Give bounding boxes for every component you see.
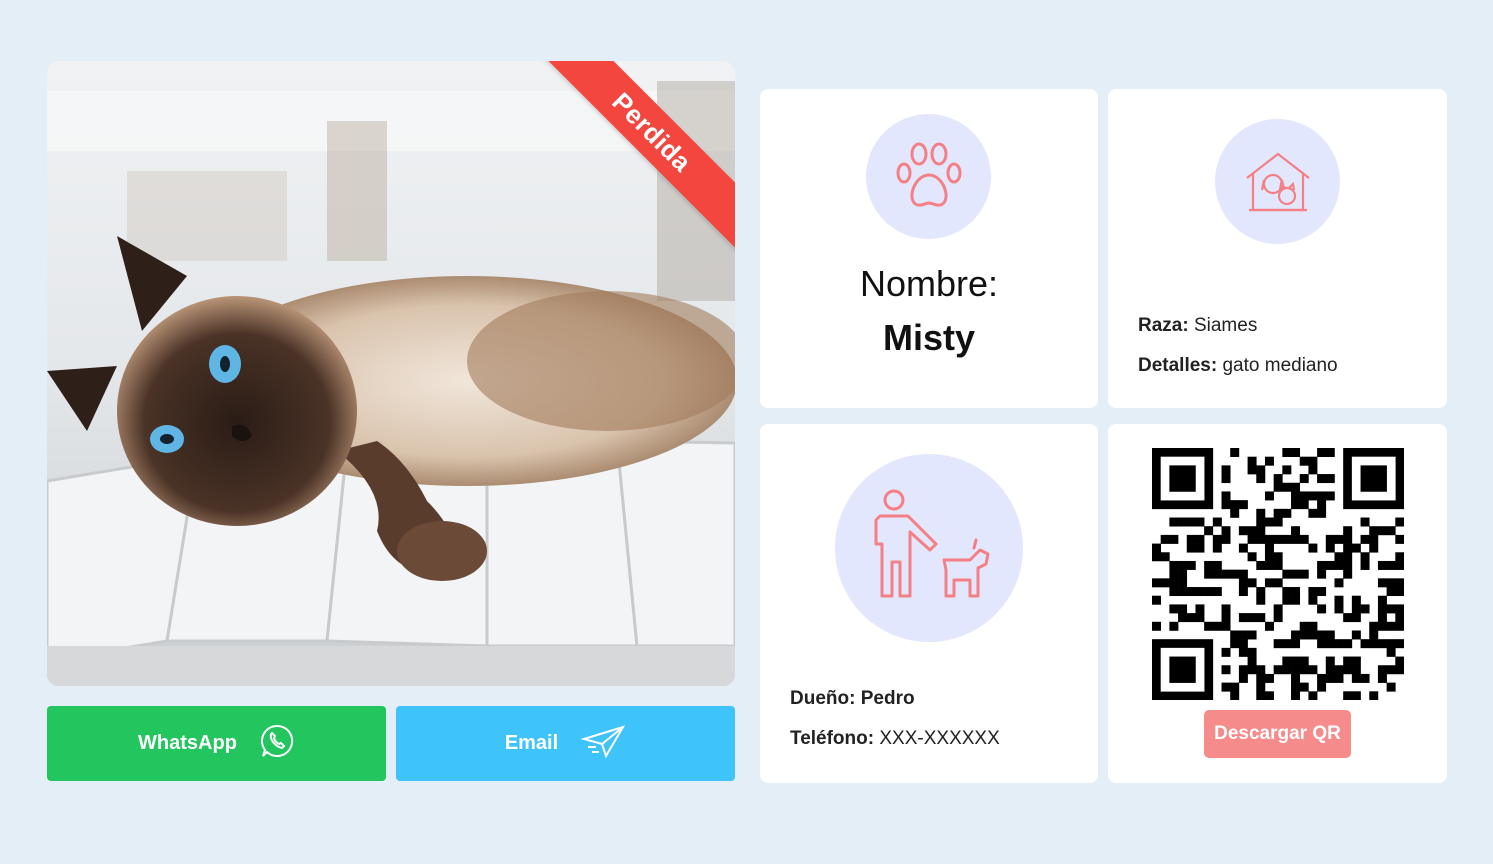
- qr-code: [1152, 448, 1405, 701]
- email-button-label: Email: [504, 732, 559, 754]
- owner-value: Pedro: [860, 688, 915, 709]
- whatsapp-icon: [259, 723, 295, 765]
- name-label: Nombre:: [859, 263, 999, 304]
- send-icon: [580, 723, 626, 765]
- breed-value: Siames: [1193, 315, 1258, 336]
- cat-image: [47, 61, 735, 686]
- whatsapp-button[interactable]: WhatsApp: [47, 706, 386, 781]
- owner-label: Dueño:: [790, 688, 856, 709]
- download-qr-button[interactable]: Descargar QR: [1204, 710, 1351, 758]
- pet-name: Misty: [882, 317, 976, 358]
- breed-line: Raza: Siames: [1138, 315, 1257, 337]
- breed-card: Raza: Siames Detalles: gato mediano: [1108, 89, 1447, 408]
- pet-photo: Perdida: [47, 61, 735, 686]
- phone-value: XXX-XXXXXX: [879, 728, 1000, 749]
- phone-label: Teléfono:: [790, 728, 875, 749]
- phone-line: Teléfono: XXX-XXXXXX: [790, 728, 1000, 750]
- details-line: Detalles: gato mediano: [1138, 355, 1338, 377]
- owner-line: Dueño: Pedro: [790, 688, 915, 710]
- details-label: Detalles:: [1138, 355, 1218, 376]
- details-value: gato mediano: [1222, 355, 1338, 376]
- breed-label: Raza:: [1138, 315, 1189, 336]
- person-with-dog-icon: [835, 454, 1023, 642]
- name-card: Nombre: Misty: [760, 89, 1098, 408]
- pet-house-icon: [1215, 119, 1340, 244]
- owner-card: Dueño: Pedro Teléfono: XXX-XXXXXX: [760, 424, 1098, 783]
- email-button[interactable]: Email: [396, 706, 735, 781]
- qr-card: Descargar QR: [1108, 424, 1447, 783]
- whatsapp-button-label: WhatsApp: [138, 732, 237, 754]
- paw-icon: [866, 114, 991, 239]
